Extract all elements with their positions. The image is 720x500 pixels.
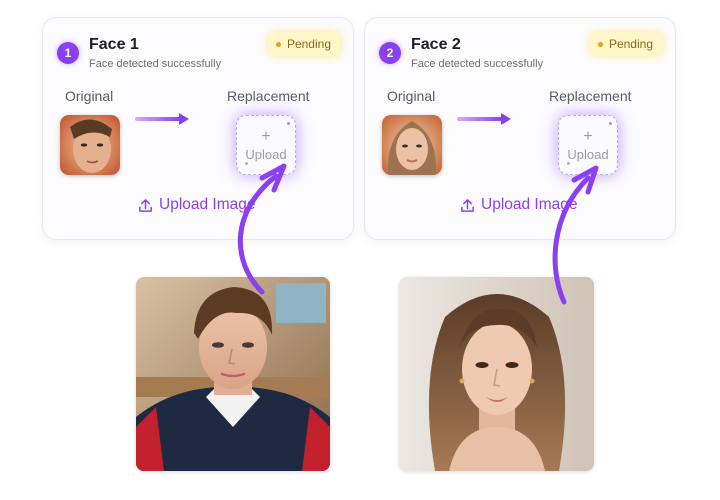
- status-dot-icon: [275, 41, 281, 47]
- pending-status-badge: Pending: [267, 32, 341, 56]
- status-dot-icon: [597, 41, 603, 47]
- face-title: Face 2: [411, 36, 461, 53]
- upload-image-label: Upload Image: [159, 196, 256, 213]
- arrow-right-icon: [457, 113, 511, 125]
- face-status-subtitle: Face detected successfully: [411, 58, 544, 70]
- upload-image-label: Upload Image: [481, 196, 578, 213]
- dropzone-label: Upload: [567, 146, 609, 162]
- plus-icon: +: [261, 127, 271, 145]
- replacement-label: Replacement: [227, 88, 310, 104]
- sparkle-icon: [245, 162, 248, 165]
- sparkle-icon: [287, 122, 290, 125]
- face-number-badge: 2: [379, 42, 401, 64]
- original-label: Original: [387, 88, 436, 104]
- replacement-upload-dropzone[interactable]: + Upload: [236, 115, 296, 175]
- original-label: Original: [65, 88, 114, 104]
- face-status-subtitle: Face detected successfully: [89, 58, 222, 70]
- pending-label: Pending: [286, 37, 331, 51]
- dropzone-label: Upload: [245, 146, 287, 162]
- face-card-1: 1 Face 1 Face detected successfully Pend…: [42, 17, 354, 240]
- sparkle-icon: [567, 162, 570, 165]
- upload-icon: [139, 198, 152, 212]
- original-face-thumbnail: [382, 115, 442, 175]
- arrow-right-icon: [135, 113, 189, 125]
- face-card-2: 2 Face 2 Face detected successfully Pend…: [364, 17, 676, 240]
- replacement-upload-dropzone[interactable]: + Upload: [558, 115, 618, 175]
- upload-image-button[interactable]: Upload Image: [460, 196, 578, 214]
- young-woman-photo: [399, 277, 594, 471]
- original-face-thumbnail: [60, 115, 120, 175]
- face-number-badge: 1: [57, 42, 79, 64]
- young-man-photo: [136, 277, 330, 471]
- replacement-label: Replacement: [549, 88, 632, 104]
- plus-icon: +: [583, 127, 593, 145]
- face-title: Face 1: [89, 36, 139, 53]
- upload-icon: [461, 198, 474, 212]
- pending-status-badge: Pending: [589, 32, 663, 56]
- sparkle-icon: [609, 122, 612, 125]
- upload-image-button[interactable]: Upload Image: [138, 196, 256, 214]
- pending-label: Pending: [608, 37, 653, 51]
